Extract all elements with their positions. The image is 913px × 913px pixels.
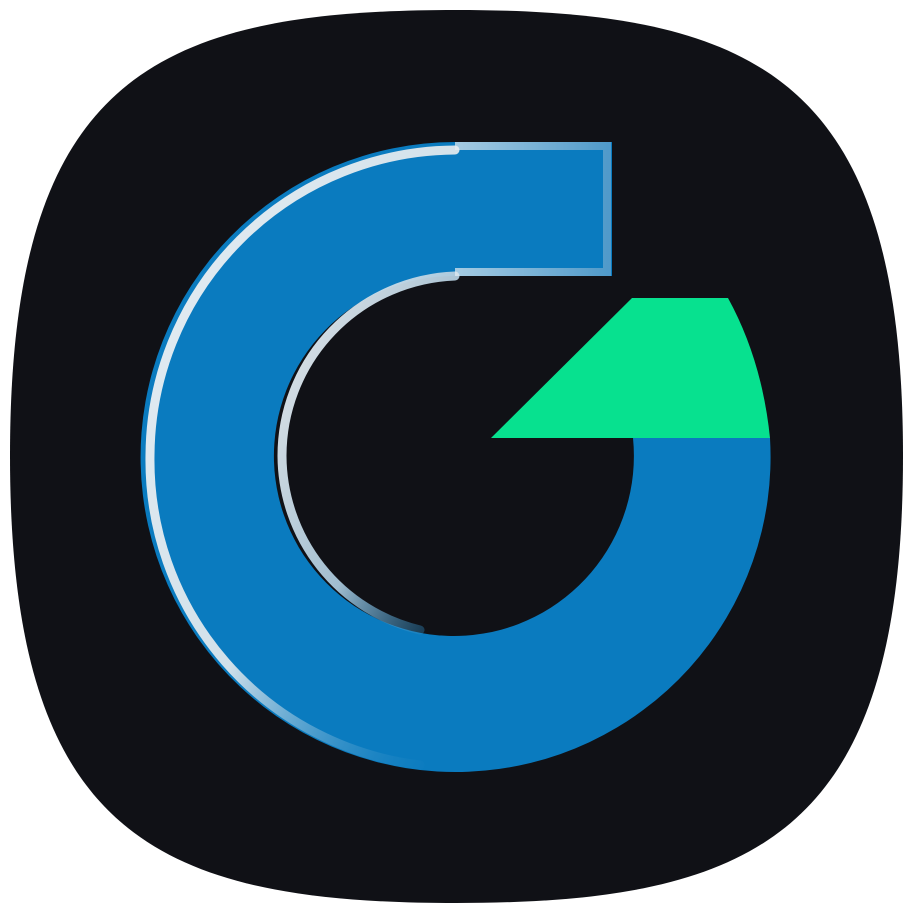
app-icon: [10, 10, 903, 903]
app-icon-canvas: [0, 0, 913, 913]
